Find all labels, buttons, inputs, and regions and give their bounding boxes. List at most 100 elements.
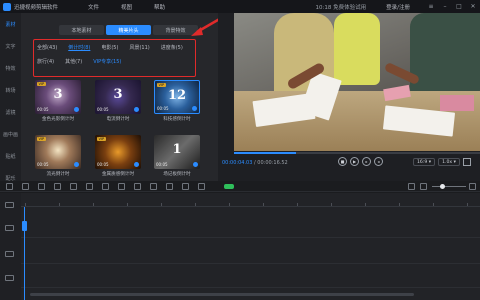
thumbnail-item[interactable]: VIP 00:05 流光倒计时 (35, 135, 81, 177)
thumbnail-label: 流光倒计时 (46, 172, 70, 177)
record-icon[interactable] (182, 183, 189, 190)
trial-notice[interactable]: 10:18 免费体验试用 (316, 3, 367, 11)
preview-options: 16:9 ▾ 1.0x ▾ (413, 158, 471, 166)
sidebar-item-transition[interactable]: 转场 (0, 79, 21, 101)
rotate-icon[interactable] (54, 183, 61, 190)
thumbnail-duration: 00:05 (157, 106, 169, 111)
timeline (0, 193, 480, 300)
category-movie[interactable]: 电影(5) (101, 44, 118, 51)
menu-file[interactable]: 文件 (88, 3, 99, 11)
sidebar-item-effects[interactable]: 特效 (0, 57, 21, 79)
category-scenery[interactable]: 风景(11) (129, 44, 149, 51)
crop-icon[interactable] (38, 183, 45, 190)
thumbnail-item[interactable]: VIP 12 00:05 科技感倒计时 (154, 80, 200, 122)
edit-toolbar (0, 181, 480, 192)
category-countdown[interactable]: 倒计时(8) (68, 44, 90, 51)
category-progress[interactable]: 进度条(5) (161, 44, 183, 51)
close-icon[interactable]: ✕ (466, 3, 480, 10)
export-toggle-icon[interactable] (224, 184, 234, 189)
maximize-icon[interactable]: □ (452, 3, 466, 10)
fit-timeline-icon[interactable] (408, 183, 415, 190)
video-track-icon[interactable] (5, 225, 14, 231)
thumbnail-number: 3 (53, 87, 63, 102)
tab-intro[interactable]: 精美片头 (106, 25, 151, 35)
aspect-ratio-select[interactable]: 16:9 ▾ (413, 158, 436, 166)
thumbnail-image[interactable]: VIP 00:05 (95, 135, 141, 169)
title-bar: 迅捷视频剪辑软件 文件 视图 帮助 10:18 免费体验试用 登录/注册 ≡ –… (0, 0, 480, 13)
thumbnail-duration: 00:05 (37, 107, 49, 112)
speed-select[interactable]: 1.0x ▾ (438, 158, 460, 166)
ruler-tick (25, 203, 26, 206)
left-sidebar: 素材 文字 特效 转场 滤镜 画中画 贴纸 配乐 (0, 13, 21, 186)
redo-icon[interactable] (166, 183, 173, 190)
playback-controls: ■ ▶ ▸ ◂ (338, 157, 386, 166)
delete-icon[interactable] (22, 183, 29, 190)
volume-adjust-icon[interactable] (118, 183, 125, 190)
thumbnail-image[interactable]: VIP 3 00:05 (35, 80, 81, 114)
undo-icon[interactable] (150, 183, 157, 190)
thumbnail-image[interactable]: VIP 00:05 (35, 135, 81, 169)
zoom-slider-handle[interactable] (440, 184, 445, 189)
thumbnail-label: 场记板倒计时 (163, 172, 191, 177)
track-settings-icon[interactable] (5, 202, 14, 208)
mosaic-icon[interactable] (86, 183, 93, 190)
menu-view[interactable]: 视图 (121, 3, 132, 11)
fullscreen-icon[interactable] (462, 158, 471, 166)
zoom-in-icon[interactable] (469, 183, 476, 190)
timeline-scrollbar[interactable] (30, 293, 414, 296)
category-row-2: 旅行(4) 其他(7) VIP专享(15) (37, 58, 195, 65)
download-icon[interactable] (74, 162, 79, 167)
track-headers (0, 193, 21, 300)
menu-help[interactable]: 帮助 (154, 3, 165, 11)
freeze-icon[interactable] (102, 183, 109, 190)
thumbnail-number: 12 (167, 88, 187, 103)
time-ruler[interactable] (21, 199, 480, 207)
category-other[interactable]: 其他(7) (65, 58, 82, 65)
play-icon[interactable]: ▶ (350, 157, 359, 166)
zoom-slider[interactable] (432, 186, 466, 187)
stop-icon[interactable]: ■ (338, 157, 347, 166)
speed-value: 1.0x (442, 159, 453, 165)
volume-icon[interactable]: ◂ (374, 157, 383, 166)
thumbnail-number: 1 (172, 142, 182, 157)
ruler-tick (93, 203, 94, 206)
menu-icon[interactable]: ≡ (424, 3, 438, 10)
sidebar-item-material[interactable]: 素材 (0, 13, 21, 35)
thumbnail-item[interactable]: 3 00:05 电流倒计时 (95, 80, 141, 122)
video-preview[interactable] (234, 13, 480, 151)
thumbnail-item[interactable]: VIP 00:05 金属质感倒计时 (95, 135, 141, 177)
music-track-icon[interactable] (5, 275, 14, 281)
speed-icon[interactable] (70, 183, 77, 190)
zoom-out-icon[interactable] (420, 183, 427, 190)
thumbnail-image[interactable]: 3 00:05 (95, 80, 141, 114)
sidebar-item-sticker[interactable]: 贴纸 (0, 145, 21, 167)
category-vip[interactable]: VIP专享(15) (93, 58, 121, 65)
ruler-tick (467, 203, 468, 206)
category-all[interactable]: 全部(43) (37, 44, 57, 51)
thumbnail-image[interactable]: VIP 12 00:05 (154, 80, 200, 114)
login-button[interactable]: 登录/注册 (386, 3, 410, 11)
sidebar-item-filter[interactable]: 滤镜 (0, 101, 21, 123)
tab-local-material[interactable]: 本地素材 (59, 25, 104, 35)
ruler-tick (297, 203, 298, 206)
download-icon[interactable] (74, 107, 79, 112)
thumbnail-item[interactable]: 1 00:05 场记板倒计时 (154, 135, 200, 177)
split-icon[interactable] (6, 183, 13, 190)
audio-track-icon[interactable] (5, 251, 14, 257)
thumbnail-item[interactable]: VIP 3 00:05 金色光影倒计时 (35, 80, 81, 122)
vip-badge: VIP (97, 137, 106, 141)
thumbnail-image[interactable]: 1 00:05 (154, 135, 200, 169)
minimize-icon[interactable]: – (438, 3, 452, 10)
download-icon[interactable] (134, 107, 139, 112)
download-icon[interactable] (134, 162, 139, 167)
playhead-handle[interactable] (22, 221, 27, 231)
sidebar-item-text[interactable]: 文字 (0, 35, 21, 57)
download-icon[interactable] (193, 162, 198, 167)
color-icon[interactable] (134, 183, 141, 190)
download-icon[interactable] (192, 106, 197, 111)
sidebar-item-pip[interactable]: 画中画 (0, 123, 21, 145)
step-forward-icon[interactable]: ▸ (362, 157, 371, 166)
playback-progress-bar[interactable] (234, 152, 480, 154)
voice-icon[interactable] (198, 183, 205, 190)
category-travel[interactable]: 旅行(4) (37, 58, 54, 65)
